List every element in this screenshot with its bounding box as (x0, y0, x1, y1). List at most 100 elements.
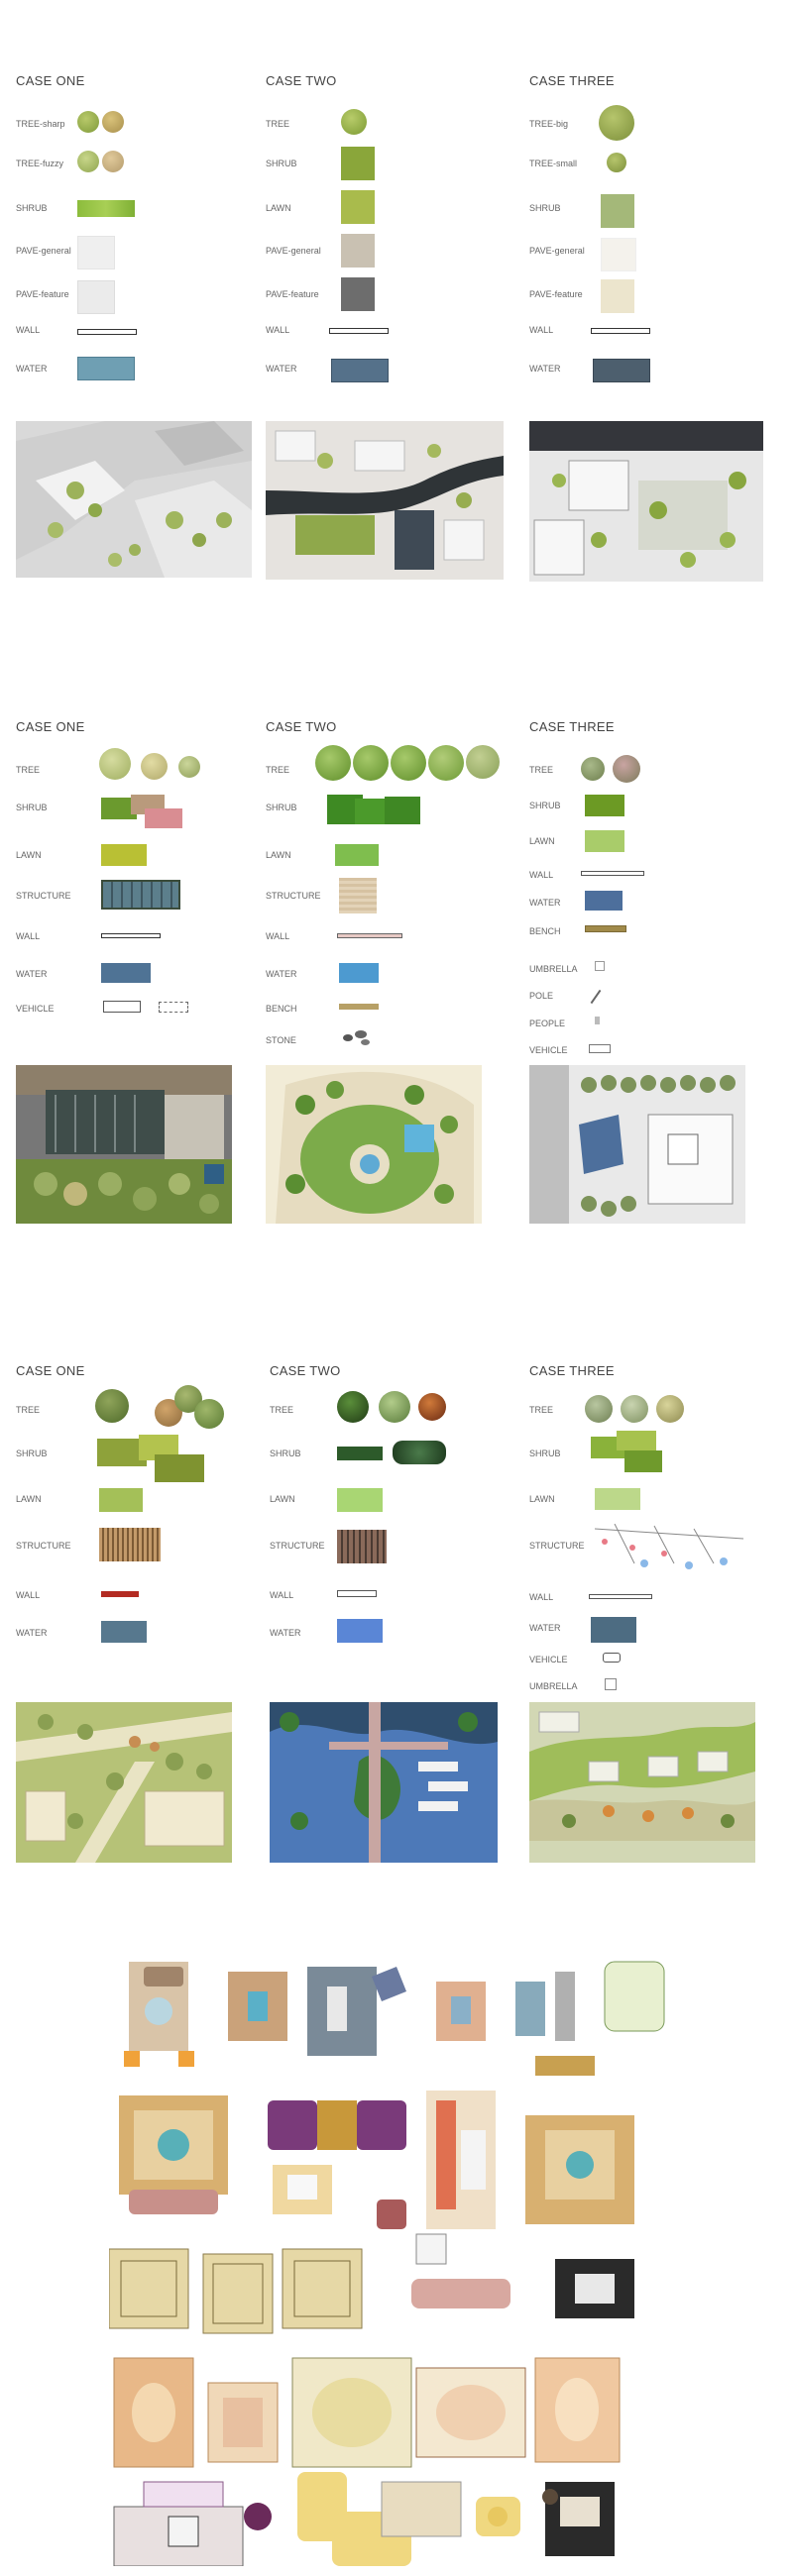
legend-label: WATER (529, 1623, 561, 1633)
pole-swatch (590, 989, 602, 1005)
structure-swatch (101, 880, 180, 910)
legend-label: WALL (16, 931, 41, 941)
tree-swatch (621, 1395, 648, 1423)
legend-label: SHRUB (270, 1449, 301, 1458)
tree-swatch (341, 109, 367, 135)
legend-label: WATER (529, 364, 561, 374)
case-two-heading: CASE TWO (266, 73, 337, 88)
lawn-swatch (585, 830, 624, 852)
case-one-heading: CASE ONE (16, 1363, 85, 1378)
shrub-swatch (385, 797, 420, 824)
vehicle-swatch (103, 1001, 141, 1013)
legend-label: WATER (266, 364, 297, 374)
legend-label: WATER (16, 969, 48, 979)
legend-label: PAVE-general (16, 246, 71, 256)
legend-label: PAVE-feature (16, 289, 69, 299)
tree-small-swatch (607, 153, 626, 172)
shrub-swatch (585, 795, 624, 816)
tree-swatch (315, 745, 351, 781)
lawn-swatch (101, 844, 147, 866)
structure-swatch (594, 1523, 753, 1573)
lawn-swatch (341, 190, 375, 224)
pave-general-swatch (601, 238, 636, 271)
legend-label: SHRUB (16, 1449, 48, 1458)
legend-label: WALL (529, 870, 554, 880)
legend-label: UMBRELLA (529, 1681, 578, 1691)
vehicle-swatch (159, 1002, 188, 1013)
wall-swatch (77, 329, 137, 335)
legend-label: WATER (266, 969, 297, 979)
tree-swatch (428, 745, 464, 781)
legend-label: PAVE-feature (266, 289, 319, 299)
legend-label: TREE (529, 1405, 554, 1415)
legend-label: LAWN (529, 1494, 555, 1504)
tree-swatch (391, 745, 426, 781)
legend-label: SHRUB (529, 801, 561, 810)
legend-label: STRUCTURE (16, 1541, 71, 1551)
tree-swatch (194, 1399, 224, 1429)
stone-swatch (361, 1039, 370, 1045)
case-three-heading: CASE THREE (529, 719, 615, 734)
umbrella-swatch (595, 961, 605, 971)
site-plan-image (529, 1065, 745, 1224)
lawn-swatch (337, 1488, 383, 1512)
legend-label: BENCH (266, 1004, 297, 1014)
legend-label: WATER (529, 898, 561, 908)
site-plan-image (529, 1702, 755, 1863)
vehicle-swatch (603, 1653, 621, 1663)
tree-big-swatch (599, 105, 634, 141)
site-plan-image (16, 421, 252, 578)
wall-swatch (337, 1590, 377, 1597)
legend-label: TREE (16, 765, 41, 775)
bench-swatch (585, 925, 626, 932)
water-swatch (591, 1617, 636, 1643)
legend-label: PAVE-general (266, 246, 321, 256)
pave-feature-swatch (77, 280, 115, 314)
legend-label: WALL (529, 325, 554, 335)
legend-label: TREE-big (529, 119, 569, 129)
case-three-heading: CASE THREE (529, 73, 615, 88)
shrub-swatch (145, 808, 182, 828)
legend-label: STRUCTURE (270, 1541, 325, 1551)
legend-label: STONE (266, 1035, 296, 1045)
structure-swatch (99, 1528, 161, 1561)
tree-swatch (337, 1391, 369, 1423)
case-two-heading: CASE TWO (266, 719, 337, 734)
sofa-set-top-view (124, 1962, 194, 2067)
shrub-swatch (393, 1441, 446, 1464)
legend-label: STRUCTURE (266, 891, 321, 901)
tree-swatch (141, 753, 168, 780)
site-plan-image (529, 421, 763, 582)
pave-feature-swatch (341, 277, 375, 311)
furniture-collection-image (109, 1942, 684, 2566)
pave-general-swatch (77, 236, 115, 269)
legend-label: LAWN (266, 203, 291, 213)
tree-swatch (95, 1389, 129, 1423)
vehicle-swatch (589, 1044, 611, 1053)
legend-label: TREE (266, 119, 290, 129)
site-plan-image (270, 1702, 498, 1863)
wall-swatch (591, 328, 650, 334)
tree-swatch (379, 1391, 410, 1423)
case-three-heading: CASE THREE (529, 1363, 615, 1378)
legend-label: SHRUB (266, 803, 297, 812)
tree-sharp-swatch (77, 111, 99, 133)
legend-label: TREE (266, 765, 290, 775)
legend-label: SHRUB (16, 803, 48, 812)
tree-swatch (418, 1393, 446, 1421)
site-plan-image (16, 1065, 232, 1224)
shrub-swatch (617, 1431, 656, 1450)
case-one-heading: CASE ONE (16, 719, 85, 734)
lawn-swatch (595, 1488, 640, 1510)
tree-swatch (99, 748, 131, 780)
wall-swatch (337, 933, 402, 938)
shrub-swatch (337, 1447, 383, 1460)
bench-swatch (339, 1004, 379, 1010)
lawn-swatch (335, 844, 379, 866)
legend-label: TREE (16, 1405, 41, 1415)
legend-label: LAWN (266, 850, 291, 860)
stone-swatch (355, 1030, 367, 1038)
legend-label: STRUCTURE (529, 1541, 585, 1551)
legend-label: PEOPLE (529, 1019, 566, 1028)
shrub-swatch (155, 1454, 204, 1482)
